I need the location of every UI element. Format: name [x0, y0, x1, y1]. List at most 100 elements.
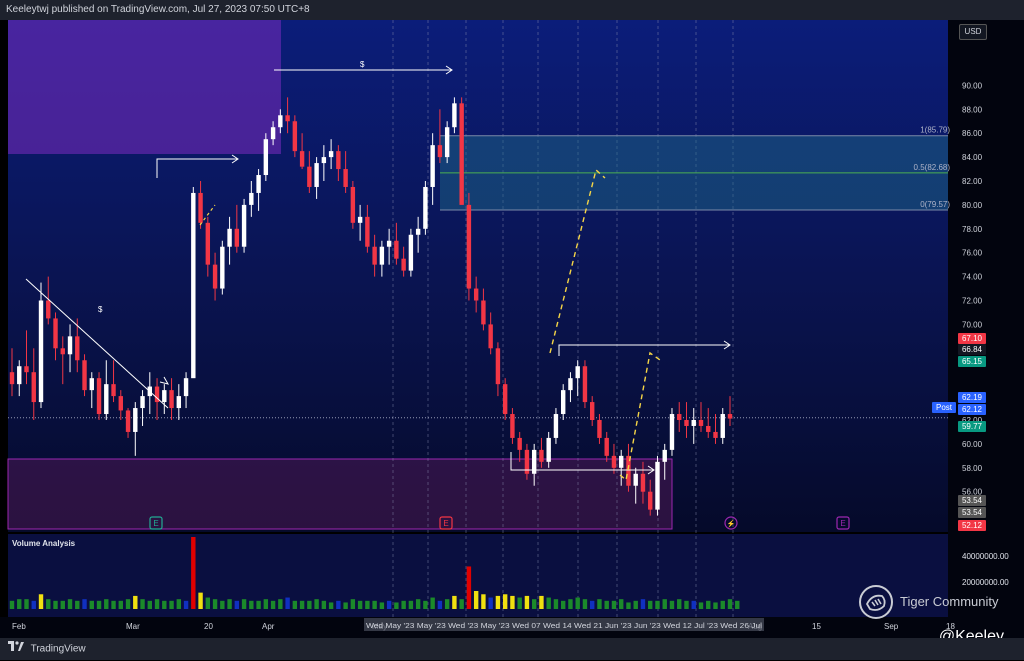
- volume-bar-24: [183, 600, 189, 609]
- volume-bar-92: [677, 599, 682, 609]
- volume-bar-16: [125, 599, 131, 609]
- chart-screenshot: { "header": {"publish_text": "Keeleytwj …: [0, 0, 1024, 660]
- price-tag-4: 62.12: [962, 405, 983, 414]
- candle-body-5: [46, 300, 51, 319]
- volume-bar-95: [698, 602, 704, 609]
- volume-bar-83: [611, 600, 617, 609]
- tiger-community-text: Tiger Community: [900, 594, 999, 609]
- volume-bar-49: [365, 600, 370, 609]
- candle-body-95: [698, 420, 704, 426]
- volume-bar-5: [46, 599, 51, 609]
- volume-bar-9: [75, 600, 80, 609]
- candle-body-3: [31, 372, 36, 403]
- candle-body-44: [328, 151, 334, 158]
- y-tick-label-8: 74.00: [962, 273, 983, 282]
- price-tag-6: 53.54: [962, 496, 983, 505]
- candle-body-7: [60, 348, 65, 355]
- candle-body-65: [481, 300, 486, 325]
- candle-body-55: [408, 234, 414, 271]
- candle-body-35: [263, 139, 269, 176]
- candle-body-42: [314, 163, 319, 187]
- volume-tick-0: 40000000.00: [962, 552, 1009, 561]
- candle-body-53: [394, 240, 399, 259]
- candle-body-50: [372, 246, 377, 265]
- volume-bar-17: [133, 595, 138, 609]
- volume-bar-38: [285, 597, 290, 609]
- candle-body-23: [176, 396, 182, 409]
- candle-body-6: [53, 318, 58, 349]
- currency-badge[interactable]: USD: [959, 24, 987, 40]
- candle-body-8: [67, 336, 73, 355]
- supply-zone: [8, 20, 281, 154]
- volume-bar-15: [118, 600, 123, 609]
- candle-body-93: [684, 420, 689, 426]
- candle-body-21: [162, 390, 167, 403]
- volume-bar-76: [560, 600, 566, 609]
- x-axis-label-2: 20: [204, 622, 213, 631]
- volume-bar-61: [452, 595, 457, 609]
- volume-bar-40: [299, 600, 305, 609]
- candle-body-84: [619, 455, 624, 468]
- candle-body-77: [568, 378, 573, 391]
- price-tag-3: 62.19: [962, 393, 983, 402]
- volume-bar-56: [415, 599, 421, 609]
- event-marker-1: E: [443, 519, 448, 528]
- fib-level-label-1: 0.5(82.68): [914, 163, 951, 172]
- candle-body-28: [212, 264, 218, 289]
- tiger-community-watermark: Tiger Community: [858, 584, 1008, 624]
- candle-body-0: [9, 372, 15, 385]
- candle-body-49: [365, 216, 370, 247]
- volume-bar-36: [270, 600, 276, 609]
- volume-bar-65: [481, 594, 486, 609]
- candle-body-90: [662, 449, 667, 462]
- x-axis-label-1: Mar: [126, 622, 140, 631]
- candle-body-61: [452, 103, 457, 128]
- volume-bar-44: [328, 602, 334, 609]
- volume-bar-28: [212, 599, 218, 609]
- candle-body-57: [423, 186, 428, 229]
- candle-body-92: [677, 414, 682, 420]
- volume-bar-85: [626, 602, 631, 609]
- volume-bar-3: [31, 600, 36, 609]
- volume-bar-81: [597, 599, 602, 609]
- volume-bar-77: [568, 599, 573, 609]
- candle-body-74: [546, 437, 551, 462]
- volume-bar-32: [241, 599, 247, 609]
- candle-body-82: [604, 437, 609, 456]
- candle-body-41: [307, 166, 312, 187]
- price-chart[interactable]: 1(85.79) 0.5(82.68) 0(79.57) 40000000.00 20…: [0, 20, 1024, 638]
- candle-body-2: [24, 366, 29, 373]
- candle-body-48: [357, 216, 363, 223]
- y-tick-label-1: 58.00: [962, 464, 983, 473]
- volume-bar-90: [662, 599, 667, 609]
- candle-body-39: [292, 121, 298, 152]
- arrow-label-1: $: [360, 60, 365, 69]
- volume-bar-98: [720, 600, 725, 609]
- tradingview-logo-icon: [8, 638, 24, 660]
- candle-body-56: [415, 228, 421, 235]
- volume-bar-97: [713, 602, 718, 609]
- volume-bar-34: [256, 600, 261, 609]
- y-tick-label-9: 76.00: [962, 249, 983, 258]
- volume-bar-8: [67, 599, 73, 609]
- candle-body-14: [111, 384, 116, 397]
- volume-bar-50: [372, 600, 377, 609]
- candle-body-10: [82, 360, 87, 391]
- volume-bar-57: [423, 600, 428, 609]
- y-tick-label-11: 80.00: [962, 201, 983, 210]
- volume-bar-46: [343, 602, 348, 609]
- y-tick-label-14: 86.00: [962, 129, 983, 138]
- footer-brand: TradingView: [30, 643, 86, 655]
- volume-bar-30: [227, 599, 232, 609]
- candle-body-75: [553, 414, 559, 438]
- y-tick-label-7: 72.00: [962, 297, 983, 306]
- arrow-label-0: $: [98, 305, 103, 314]
- volume-bar-70: [517, 597, 522, 609]
- volume-bar-59: [437, 600, 443, 609]
- candle-body-64: [473, 288, 479, 301]
- candle-body-27: [205, 222, 211, 265]
- candle-body-68: [502, 384, 508, 415]
- candle-body-63: [466, 204, 472, 289]
- volume-bar-54: [401, 600, 406, 609]
- price-tag-1: 66.84: [962, 345, 983, 354]
